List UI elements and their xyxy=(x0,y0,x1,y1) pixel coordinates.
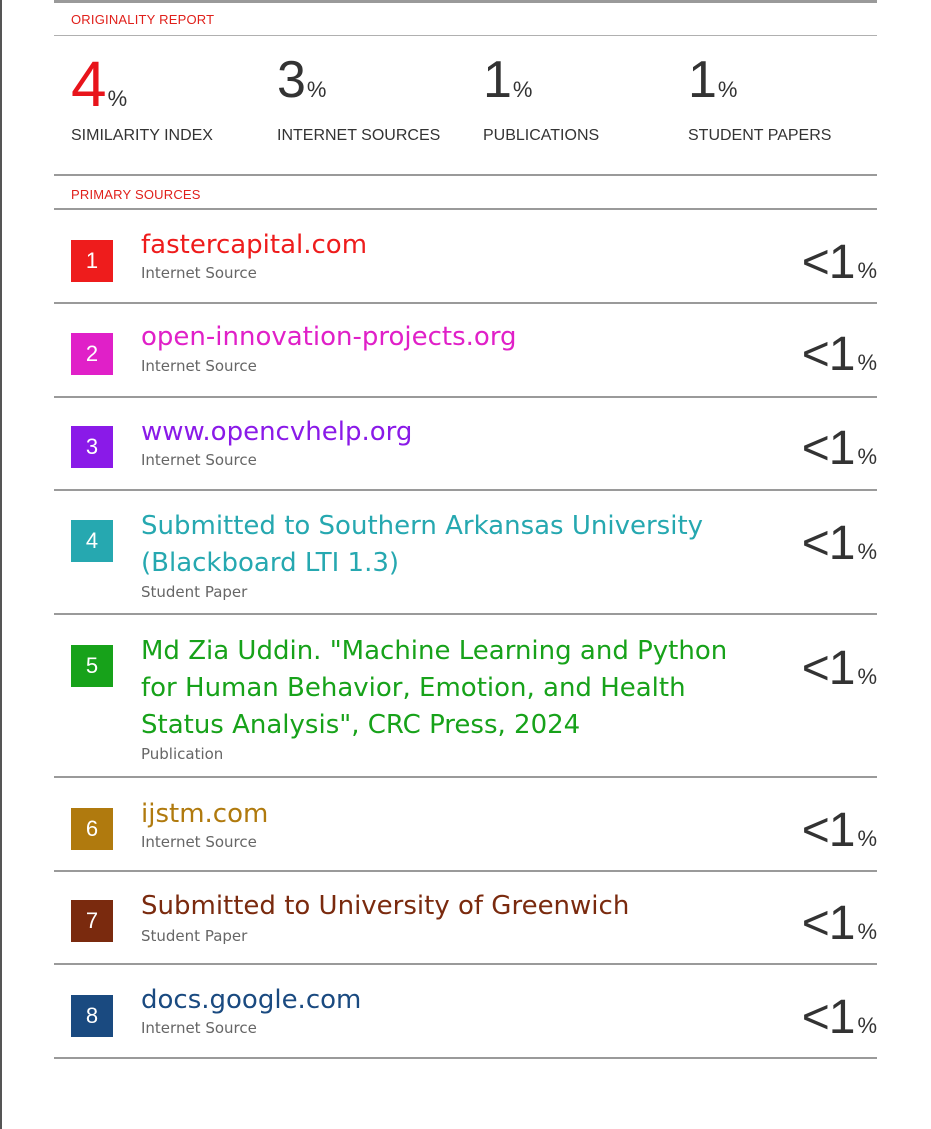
publications-stat: 1% PUBLICATIONS xyxy=(483,51,599,144)
source-match-percent: <1% xyxy=(802,331,877,379)
source-match-value: <1 xyxy=(801,642,856,695)
source-rank-badge: 5 xyxy=(71,645,113,687)
source-title[interactable]: fastercapital.com xyxy=(141,227,756,264)
source-match-unit: % xyxy=(857,1013,877,1038)
source-title[interactable]: docs.google.com xyxy=(141,982,756,1019)
source-match-value: <1 xyxy=(801,897,856,950)
similarity-index-stat: 4% SIMILARITY INDEX xyxy=(71,52,213,144)
source-match-value: <1 xyxy=(801,422,856,475)
source-match-value: <1 xyxy=(801,804,856,857)
source-title[interactable]: www.opencvhelp.org xyxy=(141,414,756,451)
source-match-percent: <1% xyxy=(802,645,877,693)
source-match-percent: <1% xyxy=(802,239,877,287)
source-row: 1 fastercapital.com Internet Source <1% xyxy=(54,209,877,303)
publications-value: 1 xyxy=(483,51,512,109)
source-type: Student Paper xyxy=(141,583,248,601)
source-match-unit: % xyxy=(857,826,877,851)
source-match-unit: % xyxy=(857,664,877,689)
source-match-value: <1 xyxy=(801,236,856,289)
publications-label: PUBLICATIONS xyxy=(483,127,600,144)
divider xyxy=(54,174,877,176)
source-match-value: <1 xyxy=(801,328,856,381)
internet-sources-stat: 3% INTERNET SOURCES xyxy=(277,51,440,144)
source-type: Internet Source xyxy=(141,264,257,282)
source-match-unit: % xyxy=(857,919,877,944)
source-rank-badge: 8 xyxy=(71,995,113,1037)
source-row: 4 Submitted to Southern Arkansas Univers… xyxy=(54,490,877,614)
student-papers-stat: 1% STUDENT PAPERS xyxy=(688,51,831,144)
source-title[interactable]: Md Zia Uddin. "Machine Learning and Pyth… xyxy=(141,633,756,744)
source-match-percent: <1% xyxy=(802,994,877,1042)
source-match-value: <1 xyxy=(801,517,856,570)
student-papers-label: STUDENT PAPERS xyxy=(688,127,832,144)
source-type: Student Paper xyxy=(141,927,248,945)
source-rank-badge: 4 xyxy=(71,520,113,562)
source-row: 5 Md Zia Uddin. "Machine Learning and Py… xyxy=(54,614,877,777)
source-row: 2 open-innovation-projects.org Internet … xyxy=(54,303,877,397)
source-match-percent: <1% xyxy=(802,900,877,948)
internet-sources-label: INTERNET SOURCES xyxy=(277,127,441,144)
source-title[interactable]: ijstm.com xyxy=(141,796,756,833)
source-title[interactable]: Submitted to University of Greenwich xyxy=(141,888,756,925)
internet-sources-unit: % xyxy=(306,77,327,102)
source-row: 7 Submitted to University of Greenwich S… xyxy=(54,871,877,964)
similarity-index-label: SIMILARITY INDEX xyxy=(71,127,213,144)
source-title[interactable]: Submitted to Southern Arkansas Universit… xyxy=(141,508,756,582)
source-type: Internet Source xyxy=(141,1019,257,1037)
source-type: Internet Source xyxy=(141,451,257,469)
source-rank-badge: 2 xyxy=(71,333,113,375)
internet-sources-value: 3 xyxy=(277,51,306,109)
source-match-unit: % xyxy=(857,350,877,375)
source-match-percent: <1% xyxy=(802,807,877,855)
source-match-percent: <1% xyxy=(802,520,877,568)
source-match-percent: <1% xyxy=(802,425,877,473)
source-type: Publication xyxy=(141,745,224,763)
source-match-unit: % xyxy=(857,258,877,283)
similarity-index-value: 4 xyxy=(71,48,107,120)
source-match-unit: % xyxy=(857,444,877,469)
originality-report-title: ORIGINALITY REPORT xyxy=(71,12,215,27)
source-rank-badge: 6 xyxy=(71,808,113,850)
source-title[interactable]: open-innovation-projects.org xyxy=(141,319,756,356)
student-papers-value: 1 xyxy=(688,51,717,109)
source-rank-badge: 7 xyxy=(71,900,113,942)
source-rank-badge: 3 xyxy=(71,426,113,468)
divider xyxy=(54,35,877,36)
source-match-unit: % xyxy=(857,539,877,564)
source-rank-badge: 1 xyxy=(71,240,113,282)
report-page: ORIGINALITY REPORT 4% SIMILARITY INDEX 3… xyxy=(0,0,931,1129)
source-row: 6 ijstm.com Internet Source <1% xyxy=(54,777,877,871)
source-match-value: <1 xyxy=(801,991,856,1044)
source-type: Internet Source xyxy=(141,357,257,375)
student-papers-unit: % xyxy=(717,77,738,102)
top-divider xyxy=(54,0,877,3)
similarity-index-unit: % xyxy=(107,86,128,111)
source-row: 3 www.opencvhelp.org Internet Source <1% xyxy=(54,397,877,490)
source-row: 8 docs.google.com Internet Source <1% xyxy=(54,964,877,1058)
publications-unit: % xyxy=(512,77,533,102)
primary-sources-title: PRIMARY SOURCES xyxy=(71,187,201,202)
source-type: Internet Source xyxy=(141,833,257,851)
divider xyxy=(54,1057,877,1059)
